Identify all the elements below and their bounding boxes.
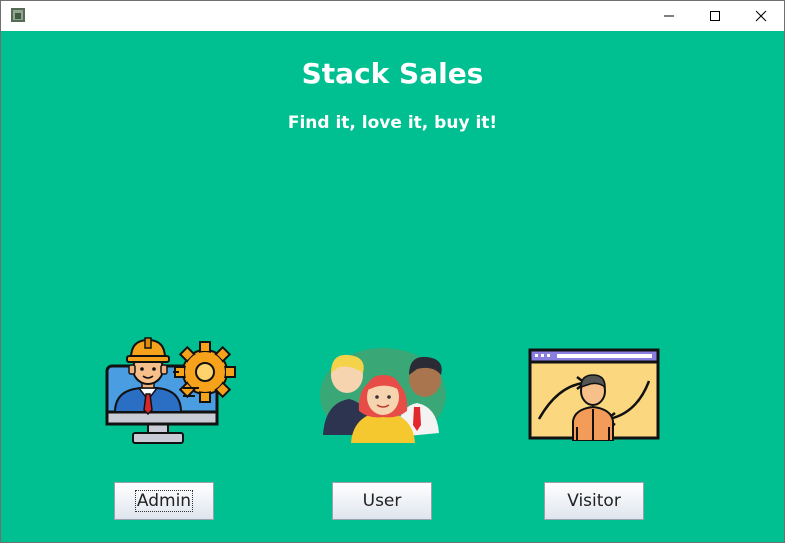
- title-bar[interactable]: [1, 1, 784, 31]
- user-group-icon: [320, 348, 446, 443]
- page-subtitle: Find it, love it, buy it!: [287, 113, 498, 133]
- visitor-button[interactable]: Visitor: [544, 482, 644, 520]
- maximize-button[interactable]: [692, 1, 738, 31]
- close-button[interactable]: [738, 1, 784, 31]
- visitor-button-label: Visitor: [567, 491, 621, 511]
- admin-button-label: Admin: [134, 490, 194, 512]
- page-title: Stack Sales: [301, 57, 484, 90]
- app-icon: [11, 8, 25, 22]
- admin-button[interactable]: Admin: [114, 482, 214, 520]
- user-button[interactable]: User: [332, 482, 432, 520]
- admin-engineer-icon: [105, 337, 236, 444]
- application-window: Stack Sales Find it, love it, buy it! Ad…: [0, 0, 785, 543]
- minimize-button[interactable]: [646, 1, 692, 31]
- maximize-icon: [710, 11, 720, 21]
- main-panel: Stack Sales Find it, love it, buy it! Ad…: [1, 31, 784, 542]
- user-button-label: User: [362, 491, 402, 511]
- minimize-icon: [664, 15, 674, 17]
- visitor-screen-icon: [528, 348, 660, 441]
- close-icon: [755, 10, 767, 22]
